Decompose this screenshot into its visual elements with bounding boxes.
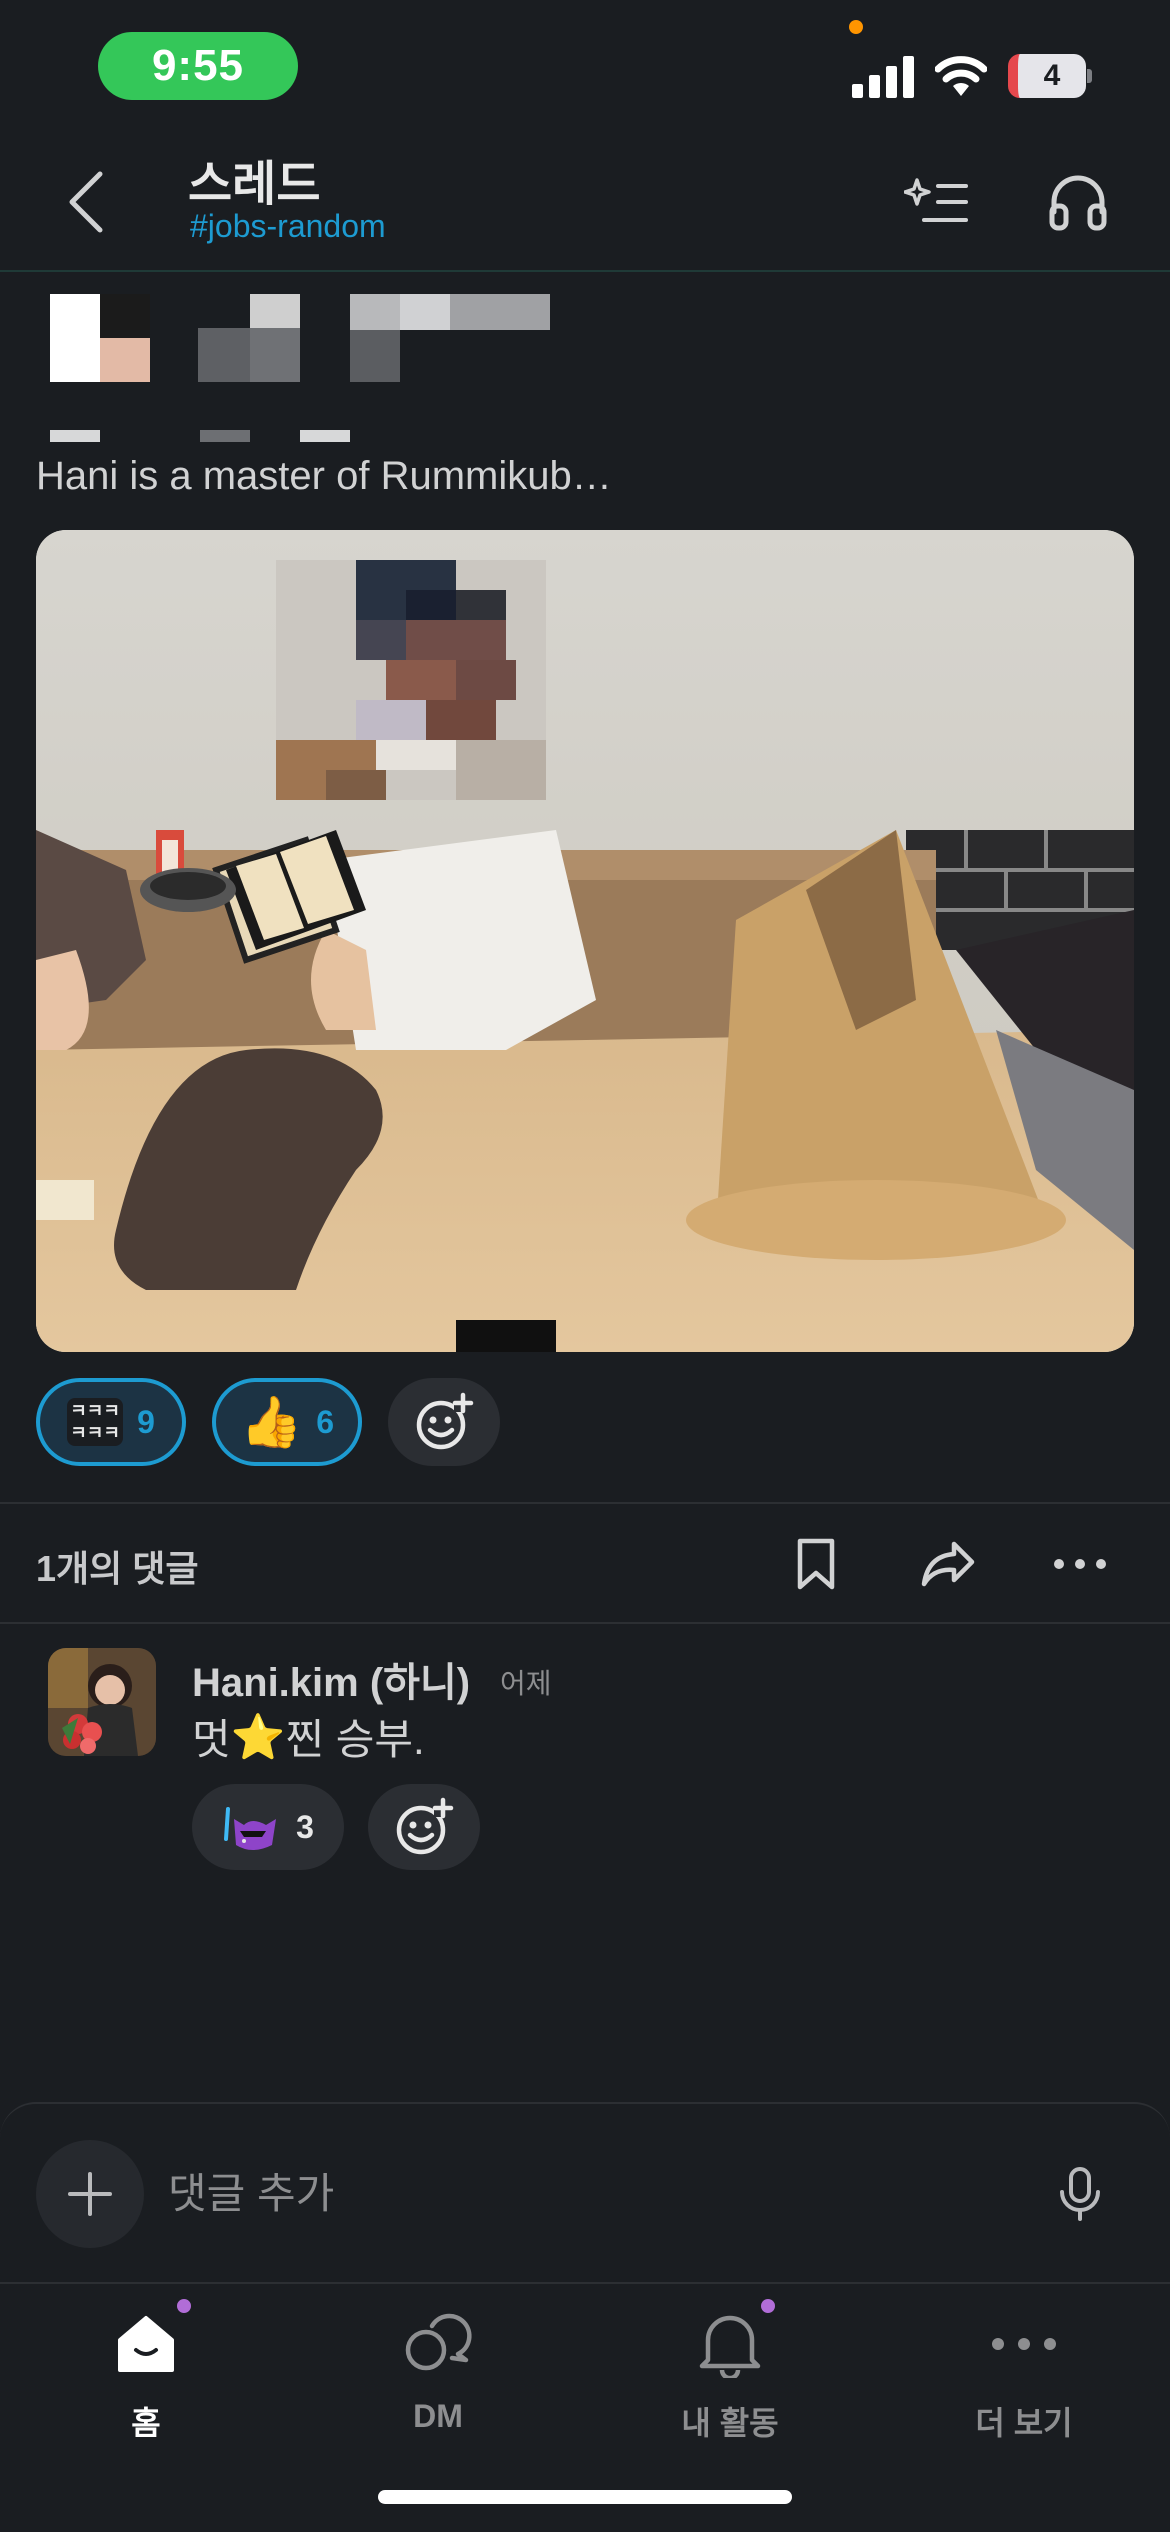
reply-composer [0,2102,1170,2282]
huddle-button[interactable] [1042,166,1114,238]
voice-button[interactable] [1044,2154,1116,2234]
tab-label: DM [413,2398,463,2434]
home-icon [106,2296,194,2384]
plus-icon [68,2172,112,2216]
tab-label: 내 활동 [681,2405,779,2441]
battery-icon: 4 [1008,54,1092,98]
add-emoji-icon [396,1797,454,1855]
reaction-count: 3 [296,1808,314,1845]
tab-activity[interactable]: 내 활동 [630,2296,830,2454]
ai-summary-button[interactable] [900,166,972,238]
tab-home[interactable]: 홈 [46,2296,246,2454]
kkk-emoji-icon: ㅋㅋㅋ ㅋㅋㅋ [67,1398,124,1446]
tab-label: 더 보기 [975,2405,1073,2441]
message-text: Hani is a master of Rummikub… [36,454,612,498]
home-indicator[interactable] [378,2490,792,2504]
home-badge-dot [174,2296,194,2316]
tab-more[interactable]: 더 보기 [924,2304,1124,2454]
more-dots-icon [984,2304,1064,2384]
sparkle-list-icon [904,178,968,222]
thumbs-up-icon: 👍 [239,1393,303,1450]
ellipsis-icon [1054,1559,1106,1569]
reply-reaction-cat[interactable]: 3 [192,1784,344,1870]
reaction-thumbs-up[interactable]: 👍 6 [212,1378,362,1466]
cellular-signal-icon [852,56,914,98]
reaction-kkk[interactable]: ㅋㅋㅋ ㅋㅋㅋ 9 [36,1378,186,1466]
page-title: 스레드 [188,158,321,211]
reply-add-reaction-button[interactable] [368,1784,480,1870]
reaction-count: 9 [137,1403,155,1440]
avatar-image [48,1648,156,1756]
add-emoji-icon [416,1392,474,1450]
microphone-icon [1060,2167,1100,2221]
avatar[interactable] [48,1648,156,1756]
thread-header: 스레드 #jobs-random [0,132,1170,272]
channel-link[interactable]: #jobs-random [190,208,386,245]
bell-icon [690,2296,778,2384]
status-time: 9:55 [98,32,298,100]
reply-text-after: 찐 승부. [285,1716,425,1763]
photo-image [36,530,1134,1352]
star-emoji-icon: ⭐ [230,1712,286,1762]
reply-count: 1개의 댓글 [36,1548,199,1589]
battery-level: 4 [1008,54,1086,98]
reply-author-name[interactable]: Hani.kim (하니) [192,1650,470,1708]
attach-button[interactable] [36,2140,144,2248]
add-reaction-button[interactable] [388,1378,500,1466]
headphones-icon [1049,175,1107,231]
share-arrow-icon [921,1541,975,1587]
activity-badge-dot [758,2296,778,2316]
divider [0,1622,1170,1624]
bookmark-icon [797,1538,835,1590]
author-name-pixelated [198,294,550,382]
tab-dm[interactable]: DM [338,2304,538,2454]
author-avatar-pixelated [50,294,150,382]
reply-timestamp: 어제 [500,1668,552,1699]
reaction-count: 6 [316,1403,335,1440]
wifi-icon [935,56,987,96]
attached-photo[interactable] [36,530,1134,1352]
reply-text-before: 멋 [192,1716,231,1763]
divider [0,1502,1170,1504]
privacy-indicator-dot [849,20,863,34]
party-cat-emoji-icon [224,1807,277,1850]
author-meta-pixelated [50,430,350,442]
tab-label: 홈 [131,2405,161,2441]
share-button[interactable] [912,1528,984,1600]
chevron-left-icon [69,171,103,233]
dm-chat-icon [398,2304,478,2384]
back-button[interactable] [56,162,116,242]
status-bar: 9:55 4 [0,0,1170,132]
reply-text: 멋 ⭐ 찐 승부. [192,1706,425,1767]
more-actions-button[interactable] [1044,1528,1116,1600]
comment-input[interactable] [168,2158,988,2230]
save-button[interactable] [780,1528,852,1600]
